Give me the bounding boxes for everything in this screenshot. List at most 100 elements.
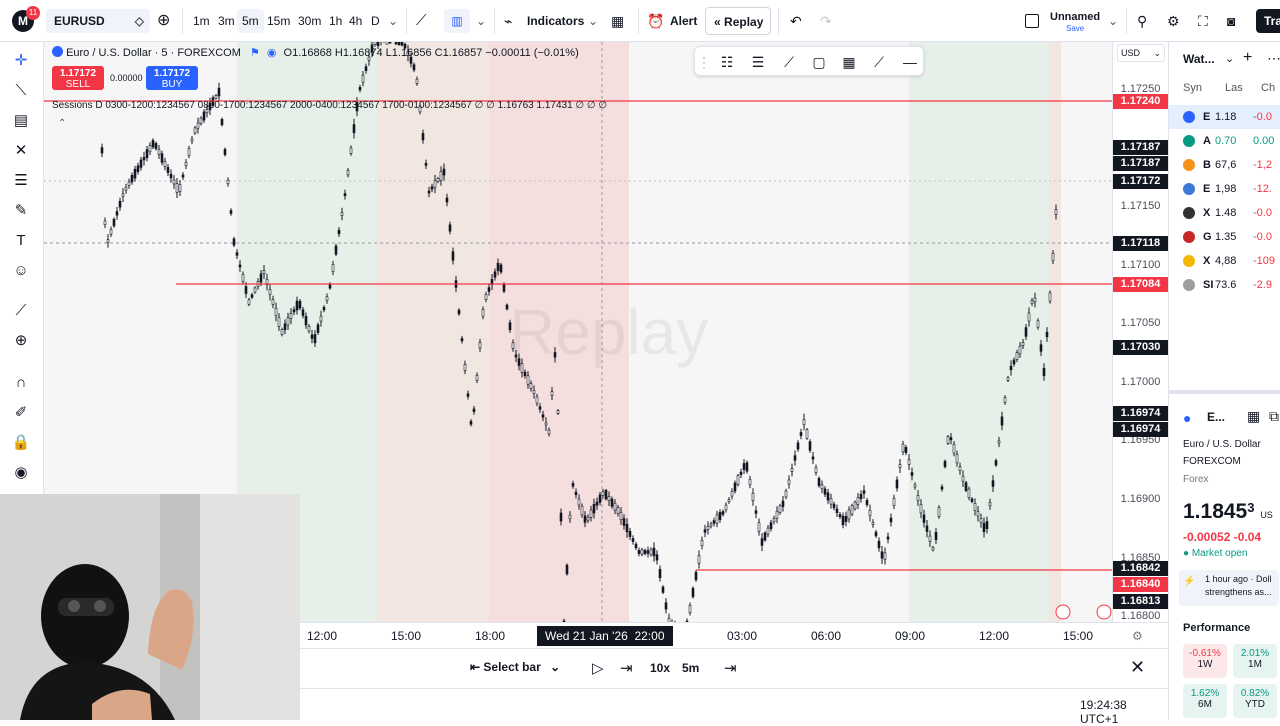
indicators-icon[interactable]: ⌁ bbox=[504, 9, 512, 33]
ruler-icon[interactable]: ⟋ bbox=[10, 300, 32, 322]
detail-symbol[interactable]: E... bbox=[1207, 410, 1225, 424]
collapse-up-icon[interactable]: ⌃ bbox=[58, 118, 66, 129]
horizontal-line-icon[interactable]: — bbox=[900, 52, 920, 72]
tf-4h[interactable]: 4h bbox=[344, 9, 367, 33]
crosshair-icon[interactable]: ✛ bbox=[10, 50, 32, 72]
replay-button[interactable]: « Replay bbox=[705, 7, 771, 35]
buy-button[interactable]: 1.17172 BUY bbox=[146, 66, 198, 90]
candle-body bbox=[760, 538, 764, 546]
time-tick: 09:00 bbox=[895, 629, 926, 643]
step-forward-icon[interactable]: ⇥ bbox=[620, 659, 633, 677]
chevron-down-icon[interactable]: ⌄ bbox=[476, 9, 486, 33]
tf-5m[interactable]: 5m bbox=[237, 9, 264, 33]
grid-icon[interactable]: ▦ bbox=[1247, 408, 1260, 425]
sell-button[interactable]: 1.17172 SELL bbox=[52, 66, 104, 90]
news-card[interactable]: ⚡ 1 hour ago · Doll strengthens as... bbox=[1179, 570, 1279, 606]
panel-divider[interactable] bbox=[1169, 390, 1280, 394]
price-scale[interactable]: USD ⌄ 1.17250 1.17150 1.17100 1.17050 1.1… bbox=[1112, 42, 1168, 622]
trend-line-icon[interactable]: ⟍ bbox=[10, 80, 32, 102]
performance-cell[interactable]: -0.61% 1W bbox=[1183, 644, 1227, 678]
candle-body bbox=[229, 210, 233, 214]
performance-cell[interactable]: 2.01% 1M bbox=[1233, 644, 1277, 678]
add-symbol-icon[interactable]: + bbox=[1243, 49, 1252, 67]
replay-interval[interactable]: 5m bbox=[682, 661, 699, 675]
watchlist-row[interactable]: B 67,6 -1,2 bbox=[1169, 153, 1280, 177]
tf-30m[interactable]: 30m bbox=[293, 9, 326, 33]
more-icon[interactable]: ⋯ bbox=[1267, 50, 1280, 67]
symbol-search[interactable]: EURUSD ◇ bbox=[46, 9, 150, 33]
time-axis[interactable]: 12:00 15:00 18:00 Wed 21 Jan '26 22:00 0… bbox=[300, 622, 1168, 648]
watchlist-row[interactable]: X 1.48 -0.0 bbox=[1169, 201, 1280, 225]
play-icon[interactable]: ▷ bbox=[592, 659, 604, 677]
lock-pencil-icon[interactable]: ✐ bbox=[10, 402, 32, 424]
emoji-icon[interactable]: ☺ bbox=[10, 260, 32, 282]
search-icon[interactable]: ⚲ bbox=[1137, 9, 1147, 33]
candle-body bbox=[412, 64, 416, 71]
tf-3m[interactable]: 3m bbox=[213, 9, 240, 33]
zoom-in-icon[interactable]: ⊕ bbox=[10, 330, 32, 352]
eye-icon[interactable]: ◉ bbox=[10, 462, 32, 484]
drag-handle-icon[interactable]: ⋮ bbox=[697, 52, 711, 72]
col-last[interactable]: Las bbox=[1225, 82, 1243, 94]
forecast-icon[interactable]: ☰ bbox=[10, 170, 32, 192]
watchlist-row[interactable]: G 1.35 -0.0 bbox=[1169, 225, 1280, 249]
close-icon[interactable]: ✕ bbox=[1130, 657, 1145, 678]
path-icon[interactable]: ⟋ bbox=[869, 52, 889, 72]
watchlist-row[interactable]: E 1.18 -0.0 bbox=[1169, 105, 1280, 129]
performance-cell[interactable]: 0.82% YTD bbox=[1233, 684, 1277, 718]
camera-icon[interactable]: ◙ bbox=[1227, 9, 1235, 33]
undo-icon[interactable]: ↶ bbox=[790, 9, 802, 33]
watchlist-row[interactable]: A 0.70 0.00 bbox=[1169, 129, 1280, 153]
brush-icon[interactable]: ✎ bbox=[10, 200, 32, 222]
col-change[interactable]: Ch bbox=[1261, 82, 1275, 94]
rectangle-icon[interactable]: ▢ bbox=[809, 52, 829, 72]
select-bar-button[interactable]: ⇤ Select bar ⌄ bbox=[470, 660, 560, 674]
grid-icon[interactable]: ▦ bbox=[839, 52, 859, 72]
tf-15m[interactable]: 15m bbox=[262, 9, 295, 33]
line-chart-icon[interactable]: ⟋ bbox=[416, 9, 427, 33]
settings-lines-icon[interactable]: ☰ bbox=[748, 52, 768, 72]
alert-button[interactable]: Alert bbox=[670, 9, 697, 33]
line-tool-icon[interactable]: ⟋ bbox=[779, 52, 799, 72]
pattern-icon[interactable]: ✕ bbox=[10, 140, 32, 162]
scale-settings-icon[interactable]: ⚙ bbox=[1132, 629, 1143, 643]
layout-name[interactable]: Unnamed bbox=[1050, 11, 1100, 23]
performance-cell[interactable]: 1.62% 6M bbox=[1183, 684, 1227, 718]
candles-icon[interactable]: ▥ bbox=[444, 9, 470, 33]
chevron-down-icon[interactable]: ⌄ bbox=[588, 9, 598, 33]
layouts-grid-icon[interactable]: ▦ bbox=[611, 9, 624, 33]
watchlist-row[interactable]: X 4,88 -109 bbox=[1169, 249, 1280, 273]
flag-icon[interactable]: ⚑ bbox=[250, 47, 260, 59]
chevron-down-icon[interactable]: ⌄ bbox=[1225, 52, 1234, 65]
watchlist-row[interactable]: SI 73.6 -2.9 bbox=[1169, 273, 1280, 297]
sessions-indicator[interactable]: Sessions D 0300-1200:1234567 0800-1700:1… bbox=[52, 100, 607, 111]
template-icon[interactable]: ☷ bbox=[717, 52, 737, 72]
redo-icon[interactable]: ↷ bbox=[820, 9, 832, 33]
clock[interactable]: 19:24:38 UTC+1 bbox=[1080, 698, 1168, 726]
watchlist-row[interactable]: E 1,98 -12. bbox=[1169, 177, 1280, 201]
watchlist-title[interactable]: Wat... bbox=[1183, 52, 1215, 66]
chevron-down-icon[interactable]: ⌄ bbox=[1108, 9, 1118, 33]
tf-1d[interactable]: D bbox=[366, 9, 385, 33]
replay-speed[interactable]: 10x bbox=[650, 661, 670, 675]
magnet-icon[interactable]: ∩ bbox=[10, 372, 32, 394]
checkbox-icon[interactable] bbox=[1025, 14, 1039, 28]
detail-name[interactable]: Euro / U.S. Dollar bbox=[1183, 439, 1261, 450]
indicators-button[interactable]: Indicators bbox=[527, 9, 584, 33]
gear-icon[interactable]: ⚙ bbox=[1167, 9, 1180, 33]
compare-add-icon[interactable]: ⊕ bbox=[157, 9, 170, 33]
candle-body bbox=[280, 329, 284, 335]
alarm-clock-icon[interactable]: ⏰ bbox=[647, 9, 664, 33]
legend-title[interactable]: Euro / U.S. Dollar · 5 · FOREXCOM bbox=[66, 47, 241, 59]
currency-selector[interactable]: USD ⌄ bbox=[1117, 44, 1165, 62]
text-icon[interactable]: T bbox=[10, 230, 32, 252]
expand-icon[interactable]: ⧉ bbox=[1269, 408, 1279, 425]
fib-grid-icon[interactable]: ▤ bbox=[10, 110, 32, 132]
jump-to-realtime-icon[interactable]: ⇥ bbox=[724, 659, 737, 677]
trade-button[interactable]: Tra bbox=[1256, 9, 1280, 33]
tf-1m[interactable]: 1m bbox=[188, 9, 215, 33]
lock-icon[interactable]: 🔒 bbox=[10, 432, 32, 454]
chevron-down-icon[interactable]: ⌄ bbox=[388, 9, 398, 33]
fullscreen-icon[interactable]: ⛶ bbox=[1198, 9, 1208, 33]
col-symbol[interactable]: Syn bbox=[1183, 82, 1202, 94]
